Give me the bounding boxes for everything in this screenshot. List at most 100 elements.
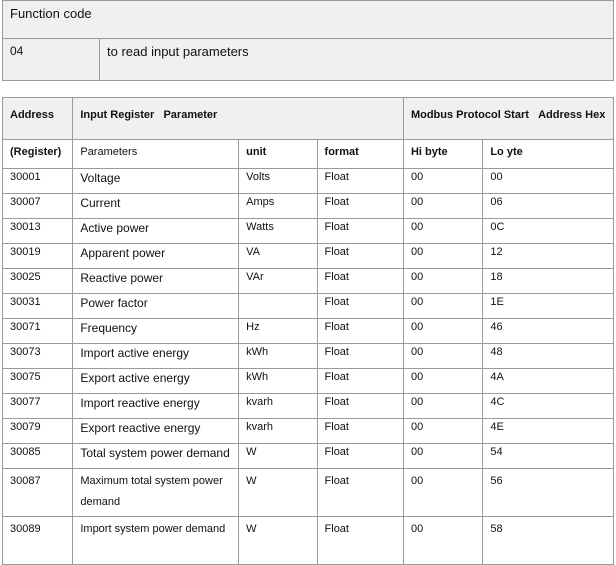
table-row: 30031 Power factor Float 00 1E	[1, 293, 614, 319]
unit-cell: Hz	[238, 318, 318, 344]
format-cell: Float	[316, 318, 404, 344]
format-cell: Float	[316, 443, 404, 469]
parameter-label: Parameter	[163, 109, 218, 121]
unit-subheader: unit	[238, 139, 318, 169]
register-address-cell: 30071	[1, 318, 74, 344]
lo-byte-cell: 4C	[482, 393, 614, 419]
register-address-cell: 30073	[1, 343, 74, 369]
function-code-header: Function code	[2, 0, 614, 39]
format-cell: Float	[316, 168, 404, 194]
hi-byte-cell: 00	[402, 168, 484, 194]
unit-cell: W	[238, 468, 318, 517]
register-address-cell: 30019	[1, 243, 74, 269]
parameter-name-cell: Voltage	[72, 168, 240, 194]
lo-byte-cell: 0C	[482, 218, 614, 244]
register-address-cell: 30085	[1, 443, 74, 469]
format-cell: Float	[316, 393, 404, 419]
table-row: 30025 Reactive power VAr Float 00 18	[1, 268, 614, 294]
format-cell: Float	[316, 293, 404, 319]
hi-byte-cell: 00	[402, 293, 484, 319]
format-cell: Float	[316, 516, 404, 565]
parameter-name-cell: Import active energy	[72, 343, 240, 369]
parameter-name-cell: Total system power demand	[72, 443, 240, 469]
unit-cell: kWh	[238, 343, 318, 369]
unit-cell: VA	[238, 243, 318, 269]
hi-byte-cell: 00	[402, 468, 484, 517]
table-row: 30001 Voltage Volts Float 00 00	[1, 168, 614, 194]
hi-byte-cell: 00	[402, 516, 484, 565]
lo-byte-cell: 1E	[482, 293, 614, 319]
lo-byte-cell: 12	[482, 243, 614, 269]
address-header: Address	[1, 97, 74, 140]
hi-byte-cell: 00	[402, 193, 484, 219]
hi-byte-subheader: Hi byte	[402, 139, 484, 169]
function-code-value: 04	[2, 38, 100, 81]
parameter-name-cell: Import reactive energy	[72, 393, 240, 419]
parameter-name-cell: Export reactive energy	[72, 418, 240, 444]
lo-byte-cell: 18	[482, 268, 614, 294]
format-cell: Float	[316, 268, 404, 294]
lo-byte-cell: 00	[482, 168, 614, 194]
lo-byte-cell: 58	[482, 516, 614, 565]
table-row: 30085 Total system power demand W Float 00 54	[1, 443, 614, 469]
format-cell: Float	[316, 193, 404, 219]
parameter-name-cell: Power factor	[72, 293, 240, 319]
parameter-name-cell: Maximum total system power demand	[72, 468, 240, 517]
unit-cell: Watts	[238, 218, 318, 244]
hi-byte-cell: 00	[402, 268, 484, 294]
lo-byte-subheader: Lo yte	[482, 139, 614, 169]
table-row: 30079 Export reactive energy kvarh Float 00 4…	[1, 418, 614, 444]
lo-byte-cell: 06	[482, 193, 614, 219]
parameter-name-cell: Current	[72, 193, 240, 219]
unit-cell: W	[238, 443, 318, 469]
hi-byte-cell: 00	[402, 393, 484, 419]
unit-cell: kWh	[238, 368, 318, 394]
lo-byte-cell: 54	[482, 443, 614, 469]
table-row: 30071 Frequency Hz Float 00 46	[1, 318, 614, 344]
input-register-table: Address Input Register Parameter Modbus …	[1, 97, 615, 565]
parameter-name-cell: Apparent power	[72, 243, 240, 269]
function-code-table: Function code 04 to read input parameter…	[2, 0, 614, 81]
parameter-name-cell: Reactive power	[72, 268, 240, 294]
table-row: 30007 Current Amps Float 00 06	[1, 193, 614, 219]
register-address-cell: 30001	[1, 168, 74, 194]
table-row: 30073 Import active energy kWh Float 00 48	[1, 343, 614, 369]
format-cell: Float	[316, 218, 404, 244]
parameters-subheader: Parameters	[72, 139, 240, 169]
unit-cell: VAr	[238, 268, 318, 294]
register-address-cell: 30089	[1, 516, 74, 565]
lo-byte-cell: 4E	[482, 418, 614, 444]
register-address-cell: 30079	[1, 418, 74, 444]
table-row: 30075 Export active energy kWh Float 00 4A	[1, 368, 614, 394]
input-register-header: Input Register Parameter	[72, 97, 404, 140]
parameter-name-cell: Active power	[72, 218, 240, 244]
lo-byte-cell: 46	[482, 318, 614, 344]
modbus-start-label: Modbus Protocol Start	[410, 109, 529, 121]
unit-cell	[238, 293, 318, 319]
register-address-cell: 30007	[1, 193, 74, 219]
hi-byte-cell: 00	[402, 243, 484, 269]
unit-cell: kvarh	[238, 418, 318, 444]
table-row: 30087 Maximum total system power demand W F…	[1, 468, 614, 517]
format-subheader: format	[316, 139, 404, 169]
register-address-cell: 30025	[1, 268, 74, 294]
hi-byte-cell: 00	[402, 343, 484, 369]
parameter-name-cell: Export active energy	[72, 368, 240, 394]
lo-byte-cell: 4A	[482, 368, 614, 394]
register-subheader: (Register)	[1, 139, 74, 169]
hi-byte-cell: 00	[402, 318, 484, 344]
unit-cell: Volts	[238, 168, 318, 194]
input-register-label: Input Register	[80, 109, 155, 121]
table-row: 30089 Import system power demand W Float 00 5…	[1, 516, 614, 565]
unit-cell: W	[238, 516, 318, 565]
lo-byte-cell: 56	[482, 468, 614, 517]
unit-cell: Amps	[238, 193, 318, 219]
hi-byte-cell: 00	[402, 218, 484, 244]
address-hex-label: Address Hex	[538, 109, 606, 121]
table-row: 30077 Import reactive energy kvarh Float 00 4…	[1, 393, 614, 419]
format-cell: Float	[316, 343, 404, 369]
format-cell: Float	[316, 243, 404, 269]
register-address-cell: 30075	[1, 368, 74, 394]
hi-byte-cell: 00	[402, 418, 484, 444]
register-address-cell: 30077	[1, 393, 74, 419]
